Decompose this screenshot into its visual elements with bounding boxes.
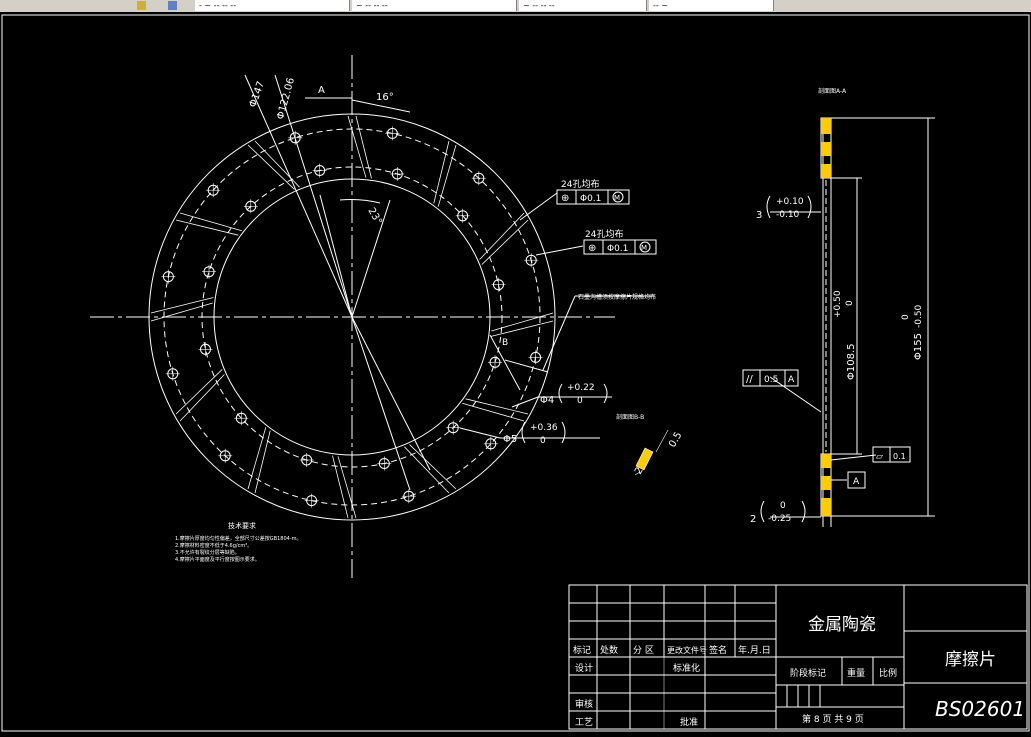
sheet-info: 第 8 页 共 9 页 bbox=[802, 713, 864, 725]
tech-req-title: 技术要求 bbox=[228, 521, 256, 530]
dim-3: 3 bbox=[756, 210, 762, 221]
svg-text:⊕: ⊕ bbox=[588, 243, 596, 254]
dim-phi5: Φ5 bbox=[503, 434, 517, 445]
holes-note-2: 24孔均布 bbox=[585, 228, 623, 240]
svg-text:年.月.日: 年.月.日 bbox=[738, 644, 771, 656]
material-label: 金属陶瓷 bbox=[808, 615, 876, 635]
app-icon bbox=[137, 1, 146, 10]
holes-note-1: 24孔均布 bbox=[561, 178, 599, 190]
svg-text:A: A bbox=[853, 477, 860, 487]
dim-phi108: Φ108.5 bbox=[846, 344, 857, 381]
dim-a-label: A bbox=[318, 85, 325, 96]
svg-text:-0.25: -0.25 bbox=[768, 514, 791, 524]
groove-note: 石墨沟槽须按摩擦片规格均布 bbox=[578, 293, 656, 301]
tab-1[interactable]: - ~ -- -- -- bbox=[195, 0, 350, 11]
svg-text:设计: 设计 bbox=[575, 662, 593, 674]
svg-text:+0.22: +0.22 bbox=[567, 383, 595, 393]
section-a-title: 剖面图A-A bbox=[818, 87, 847, 95]
svg-text:签名: 签名 bbox=[709, 644, 727, 656]
svg-text:0: 0 bbox=[780, 501, 786, 511]
svg-text:0: 0 bbox=[577, 396, 583, 406]
svg-text:标准化: 标准化 bbox=[673, 662, 700, 674]
tab-3[interactable]: ~ -- -- -- bbox=[519, 0, 647, 11]
svg-text:Φ0.1: Φ0.1 bbox=[607, 244, 628, 254]
svg-text:0.5: 0.5 bbox=[764, 375, 778, 385]
svg-text:▱: ▱ bbox=[876, 452, 883, 462]
svg-text:⊕: ⊕ bbox=[561, 193, 569, 204]
svg-text:0: 0 bbox=[845, 300, 855, 306]
svg-text:M: M bbox=[641, 244, 647, 252]
svg-text:M: M bbox=[614, 194, 620, 202]
svg-text:+0.10: +0.10 bbox=[776, 197, 804, 207]
svg-text:更改文件号: 更改文件号 bbox=[667, 645, 707, 655]
dim-16-label: 16° bbox=[376, 92, 394, 103]
svg-text://: // bbox=[746, 374, 753, 385]
svg-text:标记: 标记 bbox=[573, 644, 591, 656]
svg-text:批准: 批准 bbox=[680, 716, 698, 728]
svg-text:Φ0.1: Φ0.1 bbox=[580, 194, 601, 204]
tech-req-line-4: 4.摩擦片平面度及平行度按图示要求。 bbox=[175, 556, 260, 563]
svg-text:分 区: 分 区 bbox=[633, 645, 654, 656]
part-name: 摩擦片 bbox=[945, 650, 996, 670]
dim-phi4: Φ4 bbox=[540, 395, 554, 406]
drawing-number: BS02601 bbox=[935, 697, 1025, 721]
svg-text:审核: 审核 bbox=[575, 698, 593, 710]
svg-text:-0.50: -0.50 bbox=[914, 304, 924, 328]
svg-text:0: 0 bbox=[901, 314, 911, 320]
cad-drawing-canvas[interactable]: Φ147 Φ122.06 A 16° 23° 24孔均布 ⊕ Φ0.1 M 24… bbox=[0, 12, 1031, 737]
friction-layer-1 bbox=[821, 118, 831, 134]
svg-text:处数: 处数 bbox=[600, 644, 618, 656]
svg-text:0: 0 bbox=[540, 436, 546, 446]
section-b-title: 剖面图B-B bbox=[616, 413, 644, 421]
svg-text:-0.10: -0.10 bbox=[776, 210, 800, 220]
svg-text:+0.50: +0.50 bbox=[833, 290, 843, 318]
svg-text:阶段标记: 阶段标记 bbox=[790, 667, 826, 679]
dim-b-label: B bbox=[502, 338, 508, 348]
svg-text:重量: 重量 bbox=[847, 667, 865, 679]
tab-4[interactable]: -- ~ bbox=[649, 0, 774, 11]
tab-2[interactable]: ~ -- -- -- bbox=[352, 0, 517, 11]
toolbar-icon[interactable] bbox=[168, 1, 177, 10]
dim-phi155: Φ155 bbox=[913, 333, 924, 360]
tech-req-line-3: 3.不允许有裂纹分层等缺陷。 bbox=[175, 549, 240, 556]
svg-text:0.1: 0.1 bbox=[893, 452, 906, 461]
svg-text:比例: 比例 bbox=[879, 667, 897, 679]
dim-2: 2 bbox=[750, 514, 756, 525]
tech-req-line-2: 2.摩擦材料密度不低于4.6g/cm³。 bbox=[175, 542, 252, 549]
tech-req-line-1: 1.摩擦片厚度均匀性偏差，全部尺寸公差按GB1804-m。 bbox=[175, 535, 301, 542]
svg-text:+0.36: +0.36 bbox=[530, 423, 558, 433]
svg-text:A: A bbox=[788, 375, 795, 385]
svg-text:工艺: 工艺 bbox=[575, 717, 593, 728]
